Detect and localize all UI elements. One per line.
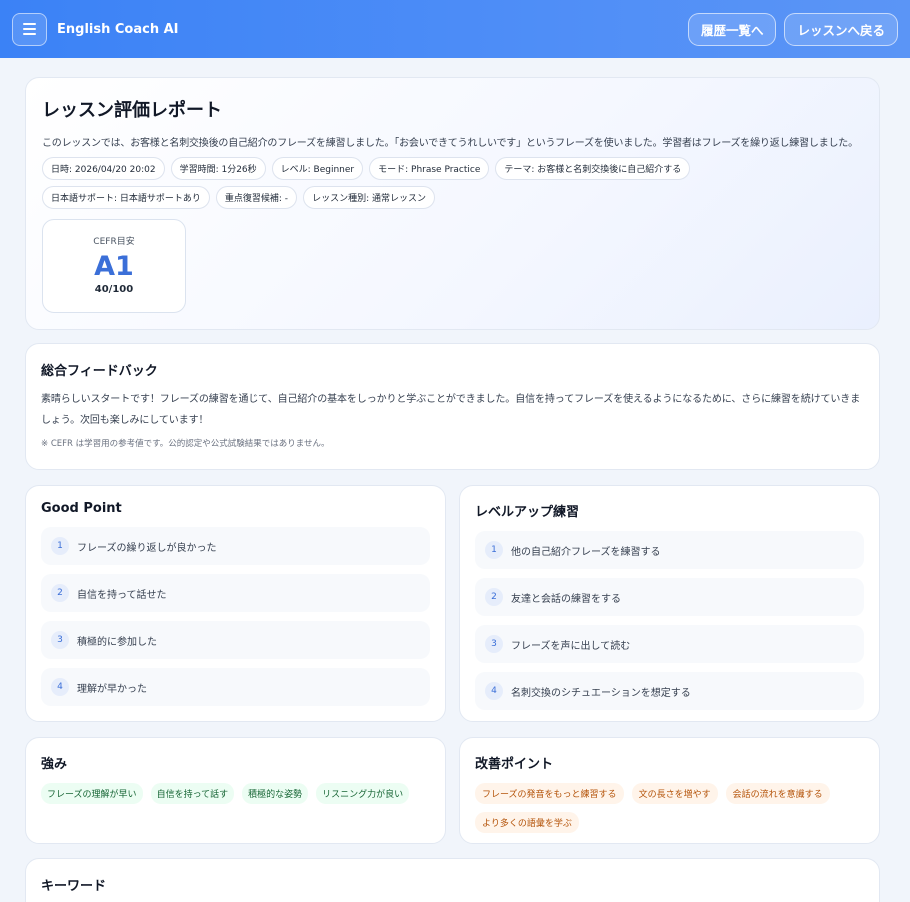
cefr-label: CEFR目安: [93, 237, 135, 247]
item-text: 友達と会話の練習をする: [511, 593, 621, 605]
keywords-card: キーワード: [25, 858, 880, 902]
page-title: レッスン評価レポート: [42, 100, 222, 121]
chip-mode: モード: Phrase Practice: [369, 157, 490, 180]
chip-datetime: 日時: 2026/04/20 20:02: [42, 157, 165, 180]
cefr-score-box: CEFR目安 A1 40/100: [42, 219, 186, 313]
item-number: 3: [485, 635, 503, 653]
list-item: 3 積極的に参加した: [41, 621, 430, 659]
item-number: 4: [485, 682, 503, 700]
list-item: 4 名刺交換のシチュエーションを想定する: [475, 672, 864, 710]
app-title: English Coach AI: [57, 21, 179, 37]
chip-lesson-type: レッスン種別: 通常レッスン: [303, 186, 435, 209]
hamburger-icon: [23, 28, 36, 30]
strength-tag: フレーズの理解が早い: [41, 783, 143, 804]
improvement-tag: より多くの語彙を学ぶ: [475, 812, 579, 833]
item-text: フレーズの繰り返しが良かった: [77, 542, 217, 554]
item-number: 2: [51, 584, 69, 602]
list-item: 1 フレーズの繰り返しが良かった: [41, 527, 430, 565]
feedback-text: 素晴らしいスタートです！フレーズの練習を通じて、自己紹介の基本をしっかりと学ぶこ…: [41, 394, 861, 426]
app-header: English Coach AI 履歴一覧へ レッスンへ戻る: [0, 0, 910, 58]
lesson-meta-chips: 日時: 2026/04/20 20:02 学習時間: 1分26秒 レベル: Be…: [42, 157, 842, 209]
hamburger-icon: [23, 33, 36, 35]
level-up-practice-card: レベルアップ練習 1 他の自己紹介フレーズを練習する 2 友達と会話の練習をする 3…: [459, 485, 880, 722]
lesson-summary: このレッスンでは、お客様と名刺交換後の自己紹介のフレーズを練習しました。「お会い…: [42, 138, 858, 149]
item-text: フレーズを声に出して読む: [511, 640, 631, 652]
item-number: 2: [485, 588, 503, 606]
chip-review-candidate: 重点復習候補: -: [215, 186, 298, 209]
level-up-title: レベルアップ練習: [475, 505, 580, 520]
item-number: 1: [51, 537, 69, 555]
improvement-tag: 会話の流れを意識する: [725, 783, 830, 804]
item-text: 名刺交換のシチュエーションを想定する: [511, 687, 691, 699]
menu-button[interactable]: [12, 12, 47, 46]
item-text: 理解が早かった: [77, 683, 147, 695]
improvement-tag: フレーズの発音をもっと練習する: [475, 783, 624, 804]
history-list-button[interactable]: 履歴一覧へ: [687, 12, 777, 46]
item-text: 自信を持って話せた: [77, 589, 167, 601]
item-number: 3: [51, 631, 69, 649]
improvement-points-card: 改善ポイント フレーズの発音をもっと練習する 文の長さを増やす 会話の流れを意識…: [459, 737, 880, 844]
list-item: 2 友達と会話の練習をする: [475, 578, 864, 616]
chip-theme: テーマ: お客様と名刺交換後に自己紹介する: [495, 157, 691, 180]
strength-tag: 積極的な姿勢: [242, 783, 309, 804]
list-item: 2 自信を持って話せた: [41, 574, 430, 612]
chip-japanese-support: 日本語サポート: 日本語サポートあり: [42, 186, 210, 209]
keywords-title: キーワード: [41, 879, 107, 894]
strength-tag: 自信を持って話す: [150, 783, 235, 804]
lesson-report-card: レッスン評価レポート このレッスンでは、お客様と名刺交換後の自己紹介のフレーズを…: [25, 77, 880, 330]
back-to-lesson-button[interactable]: レッスンへ戻る: [784, 12, 898, 46]
list-item: 4 理解が早かった: [41, 668, 430, 706]
item-text: 他の自己紹介フレーズを練習する: [511, 546, 661, 558]
strength-tag: リスニング力が良い: [316, 783, 410, 804]
good-point-title: Good Point: [41, 501, 122, 516]
feedback-title: 総合フィードバック: [41, 364, 158, 379]
improvement-tag: 文の長さを増やす: [631, 783, 718, 804]
list-item: 1 他の自己紹介フレーズを練習する: [475, 531, 864, 569]
improvement-title: 改善ポイント: [475, 757, 554, 772]
overall-feedback-card: 総合フィードバック 素晴らしいスタートです！フレーズの練習を通じて、自己紹介の基…: [25, 343, 880, 470]
chip-level: レベル: Beginner: [271, 157, 364, 180]
item-text: 積極的に参加した: [77, 636, 157, 648]
strengths-title: 強み: [41, 757, 68, 772]
hamburger-icon: [23, 23, 36, 25]
chip-duration: 学習時間: 1分26秒: [170, 157, 266, 180]
cefr-disclaimer: ※ CEFR は学習用の参考値です。公的認定や公式試験結果ではありません。: [41, 439, 330, 449]
item-number: 4: [51, 678, 69, 696]
strengths-card: 強み フレーズの理解が早い 自信を持って話す 積極的な姿勢 リスニング力が良い: [25, 737, 446, 844]
item-number: 1: [485, 541, 503, 559]
good-point-card: Good Point 1 フレーズの繰り返しが良かった 2 自信を持って話せた 3積…: [25, 485, 446, 722]
cefr-score: 40/100: [94, 284, 134, 295]
cefr-level: A1: [94, 251, 134, 282]
list-item: 3 フレーズを声に出して読む: [475, 625, 864, 663]
